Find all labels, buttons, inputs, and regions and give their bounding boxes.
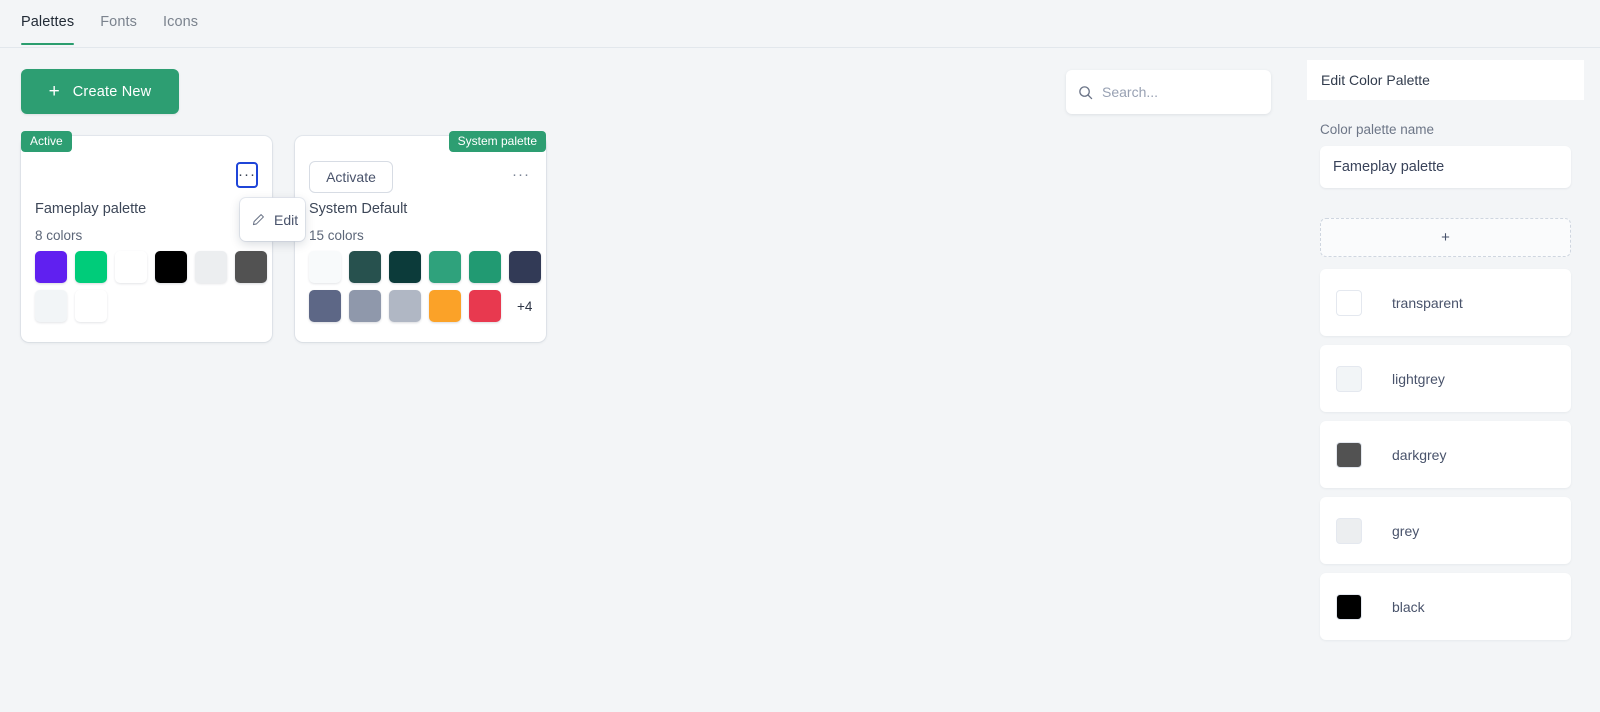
color-palette-name-input[interactable] <box>1320 146 1571 188</box>
panel-body: Color palette name + transparent lightgr… <box>1307 100 1584 640</box>
tab-palettes[interactable]: Palettes <box>21 0 75 45</box>
pencil-icon <box>251 213 265 227</box>
color-swatch[interactable] <box>155 251 187 283</box>
plus-icon: + <box>1441 229 1450 246</box>
palette-card-count: 15 colors <box>309 228 364 243</box>
palette-card-menu-button[interactable]: ··· <box>510 162 532 188</box>
context-menu-item-edit[interactable]: Edit <box>274 212 298 228</box>
color-name: lightgrey <box>1392 370 1445 387</box>
palette-card-title: System Default <box>309 201 408 217</box>
color-palette-name-label: Color palette name <box>1320 122 1435 137</box>
search-icon <box>1079 85 1093 99</box>
color-swatch[interactable] <box>35 290 67 322</box>
add-color-button[interactable]: + <box>1320 218 1571 257</box>
color-list: transparent lightgrey darkgrey grey blac… <box>1320 269 1571 640</box>
activate-button[interactable]: Activate <box>309 161 393 193</box>
tab-icons[interactable]: Icons <box>163 0 198 44</box>
color-name: grey <box>1392 522 1420 539</box>
create-new-button[interactable]: + Create New <box>21 69 179 114</box>
color-swatch[interactable] <box>349 290 381 322</box>
tab-fonts[interactable]: Fonts <box>100 0 137 44</box>
list-item[interactable]: transparent <box>1320 269 1571 336</box>
tab-fonts-label: Fonts <box>100 14 137 30</box>
tab-icons-label: Icons <box>162 14 199 30</box>
color-swatch[interactable] <box>429 290 461 322</box>
color-name: transparent <box>1392 294 1463 311</box>
color-swatch[interactable] <box>509 251 541 283</box>
list-item[interactable]: lightgrey <box>1320 345 1571 412</box>
color-swatch[interactable] <box>389 251 421 283</box>
color-swatch[interactable] <box>309 251 341 283</box>
color-swatch[interactable] <box>349 251 381 283</box>
palette-swatches <box>35 251 267 322</box>
color-swatch[interactable] <box>429 251 461 283</box>
swatch-row <box>35 251 267 283</box>
tab-palettes-label: Palettes <box>21 14 75 30</box>
activate-label: Activate <box>326 169 376 185</box>
palette-card-fameplay[interactable]: Active ··· Fameplay palette 8 colors <box>21 131 272 342</box>
status-badge-active: Active <box>21 131 72 152</box>
color-name: darkgrey <box>1392 446 1447 463</box>
panel-title: Edit Color Palette <box>1307 60 1584 100</box>
palette-card-menu-button[interactable]: ··· <box>236 162 258 188</box>
color-swatch[interactable] <box>1336 289 1362 316</box>
panel-scroll-gutter[interactable] <box>1584 60 1600 712</box>
create-new-label: Create New <box>72 83 152 100</box>
search-input[interactable] <box>1102 84 1259 100</box>
list-item[interactable]: darkgrey <box>1320 421 1571 488</box>
color-swatch[interactable] <box>1336 441 1362 468</box>
color-swatch[interactable] <box>1336 593 1362 620</box>
palette-card-count: 8 colors <box>35 228 83 243</box>
status-badge-system-palette: System palette <box>448 131 546 152</box>
swatch-row <box>35 290 267 322</box>
color-swatch[interactable] <box>35 251 67 283</box>
palette-swatches: +4 <box>309 251 541 322</box>
color-swatch[interactable] <box>115 251 147 283</box>
search-box[interactable] <box>1066 70 1271 114</box>
palette-card-system-default[interactable]: System palette Activate ··· System Defau… <box>295 131 546 342</box>
panel-title-label: Edit Color Palette <box>1321 72 1430 88</box>
color-swatch[interactable] <box>1336 517 1362 544</box>
color-swatch[interactable] <box>469 251 501 283</box>
color-swatch[interactable] <box>235 251 267 283</box>
color-swatch[interactable] <box>195 251 227 283</box>
color-swatch[interactable] <box>75 290 107 322</box>
swatch-row: +4 <box>309 290 541 322</box>
color-swatch[interactable] <box>75 251 107 283</box>
context-menu[interactable]: Edit <box>240 198 305 241</box>
swatch-row <box>309 251 541 283</box>
tab-bar: Palettes Fonts Icons <box>0 0 1600 48</box>
palette-card-title: Fameplay palette <box>35 201 147 217</box>
color-swatch[interactable] <box>309 290 341 322</box>
list-item[interactable]: black <box>1320 573 1571 640</box>
color-swatch[interactable] <box>469 290 501 322</box>
list-item[interactable]: grey <box>1320 497 1571 564</box>
color-swatch[interactable] <box>1336 365 1362 392</box>
plus-icon: + <box>48 81 60 102</box>
color-swatch[interactable] <box>389 290 421 322</box>
color-name: black <box>1392 598 1425 615</box>
swatch-overflow-count: +4 <box>517 298 533 314</box>
edit-color-palette-panel: Edit Color Palette Color palette name + … <box>1307 60 1584 712</box>
